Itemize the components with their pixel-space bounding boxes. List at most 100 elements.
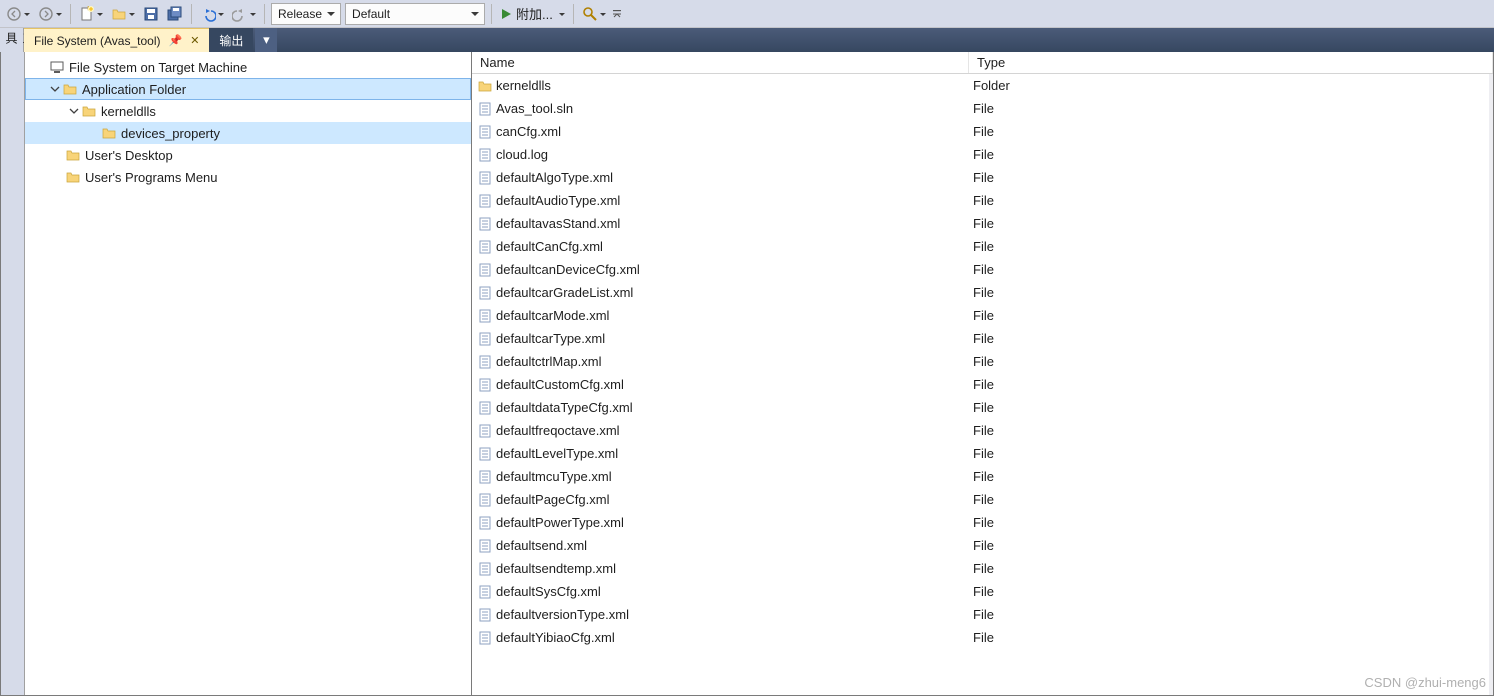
item-name: defaultPowerType.xml [496, 515, 969, 530]
file-icon [476, 216, 494, 232]
new-file-icon [79, 6, 95, 22]
save-button[interactable] [139, 2, 163, 26]
item-name: defaultcarGradeList.xml [496, 285, 969, 300]
list-item[interactable]: kerneldllsFolder [472, 74, 1489, 97]
save-all-button[interactable] [163, 2, 187, 26]
close-icon[interactable]: ✕ [190, 34, 199, 47]
tree-devices-property[interactable]: devices_property [25, 122, 471, 144]
column-type-header[interactable]: Type [969, 52, 1493, 73]
play-icon [500, 8, 512, 20]
item-name: defaultAlgoType.xml [496, 170, 969, 185]
item-type: Folder [969, 78, 1010, 93]
file-icon [476, 262, 494, 278]
column-headers: Name Type [472, 52, 1493, 74]
list-item[interactable]: Avas_tool.slnFile [472, 97, 1489, 120]
list-item[interactable]: defaultdataTypeCfg.xmlFile [472, 396, 1489, 419]
item-name: defaultcarType.xml [496, 331, 969, 346]
item-name: defaultctrlMap.xml [496, 354, 969, 369]
list-item[interactable]: defaultAudioType.xmlFile [472, 189, 1489, 212]
nav-fwd-button[interactable] [34, 2, 66, 26]
file-icon [476, 561, 494, 577]
list-item[interactable]: defaultcarType.xmlFile [472, 327, 1489, 350]
tree-users-desktop[interactable]: User's Desktop [25, 144, 471, 166]
file-icon [476, 147, 494, 163]
item-type: File [969, 561, 994, 576]
list-item[interactable]: defaultversionType.xmlFile [472, 603, 1489, 626]
chevron-down-icon[interactable] [67, 104, 81, 118]
file-icon [476, 124, 494, 140]
list-item[interactable]: defaultSysCfg.xmlFile [472, 580, 1489, 603]
file-icon [476, 400, 494, 416]
file-icon [476, 354, 494, 370]
file-icon [476, 239, 494, 255]
chevron-down-icon[interactable] [48, 82, 62, 96]
item-name: defaultYibiaoCfg.xml [496, 630, 969, 645]
list-item[interactable]: defaultPowerType.xmlFile [472, 511, 1489, 534]
tree-root[interactable]: File System on Target Machine [25, 56, 471, 78]
undo-button[interactable] [196, 2, 228, 26]
column-name-header[interactable]: Name [472, 52, 969, 73]
file-icon [476, 607, 494, 623]
platform-dropdown[interactable]: Default [345, 3, 485, 25]
list-item[interactable]: defaultfreqoctave.xmlFile [472, 419, 1489, 442]
list-item[interactable]: defaultcanDeviceCfg.xmlFile [472, 258, 1489, 281]
item-name: canCfg.xml [496, 124, 969, 139]
open-file-button[interactable] [107, 2, 139, 26]
undo-icon [200, 6, 216, 22]
item-name: defaultfreqoctave.xml [496, 423, 969, 438]
item-name: defaultversionType.xml [496, 607, 969, 622]
tree-users-programs-label: User's Programs Menu [85, 170, 218, 185]
tree-devices-property-label: devices_property [121, 126, 220, 141]
tree-users-programs[interactable]: User's Programs Menu [25, 166, 471, 188]
item-type: File [969, 492, 994, 507]
list-item[interactable]: defaultmcuType.xmlFile [472, 465, 1489, 488]
list-item[interactable]: canCfg.xmlFile [472, 120, 1489, 143]
separator [573, 4, 574, 24]
toolbox-dock-strip[interactable] [1, 52, 25, 695]
toolbox-collapsed-tab[interactable]: 工具箱 [0, 28, 24, 52]
tab-output[interactable]: 输出 [209, 28, 253, 52]
new-file-button[interactable] [75, 2, 107, 26]
item-name: defaultsendtemp.xml [496, 561, 969, 576]
folder-icon [65, 147, 81, 163]
list-item[interactable]: defaultavasStand.xmlFile [472, 212, 1489, 235]
item-type: File [969, 446, 994, 461]
list-item[interactable]: defaultCanCfg.xmlFile [472, 235, 1489, 258]
item-type: File [969, 538, 994, 553]
item-name: defaultCustomCfg.xml [496, 377, 969, 392]
list-item[interactable]: cloud.logFile [472, 143, 1489, 166]
list-item[interactable]: defaultsendtemp.xmlFile [472, 557, 1489, 580]
list-item[interactable]: defaultsend.xmlFile [472, 534, 1489, 557]
tree-kerneldlls[interactable]: kerneldlls [25, 100, 471, 122]
find-icon [582, 6, 598, 22]
nav-back-button[interactable] [2, 2, 34, 26]
tab-overflow-button[interactable]: ▾ [255, 28, 277, 52]
item-type: File [969, 101, 994, 116]
redo-button[interactable] [228, 2, 260, 26]
item-name: cloud.log [496, 147, 969, 162]
item-type: File [969, 630, 994, 645]
toolbar-overflow-button[interactable] [610, 2, 624, 26]
start-attach-button[interactable]: 附加... [496, 2, 569, 26]
list-item[interactable]: defaultcarGradeList.xmlFile [472, 281, 1489, 304]
nav-fwd-icon [38, 6, 54, 22]
list-item[interactable]: defaultLevelType.xmlFile [472, 442, 1489, 465]
list-item[interactable]: defaultcarMode.xmlFile [472, 304, 1489, 327]
item-name: defaultPageCfg.xml [496, 492, 969, 507]
list-item[interactable]: defaultctrlMap.xmlFile [472, 350, 1489, 373]
file-icon [476, 584, 494, 600]
item-name: defaultmcuType.xml [496, 469, 969, 484]
find-button[interactable] [578, 2, 610, 26]
list-item[interactable]: defaultAlgoType.xmlFile [472, 166, 1489, 189]
tab-file-system[interactable]: File System (Avas_tool) 📌 ✕ [24, 28, 209, 52]
list-item[interactable]: defaultCustomCfg.xmlFile [472, 373, 1489, 396]
config-dropdown[interactable]: Release [271, 3, 341, 25]
file-icon [476, 469, 494, 485]
list-item[interactable]: defaultPageCfg.xmlFile [472, 488, 1489, 511]
attach-label: 附加... [516, 4, 553, 23]
machine-icon [49, 59, 65, 75]
tree-kerneldlls-label: kerneldlls [101, 104, 156, 119]
list-item[interactable]: defaultYibiaoCfg.xmlFile [472, 626, 1489, 649]
tree-app-folder[interactable]: Application Folder [25, 78, 471, 100]
pin-icon[interactable]: 📌 [169, 34, 183, 47]
